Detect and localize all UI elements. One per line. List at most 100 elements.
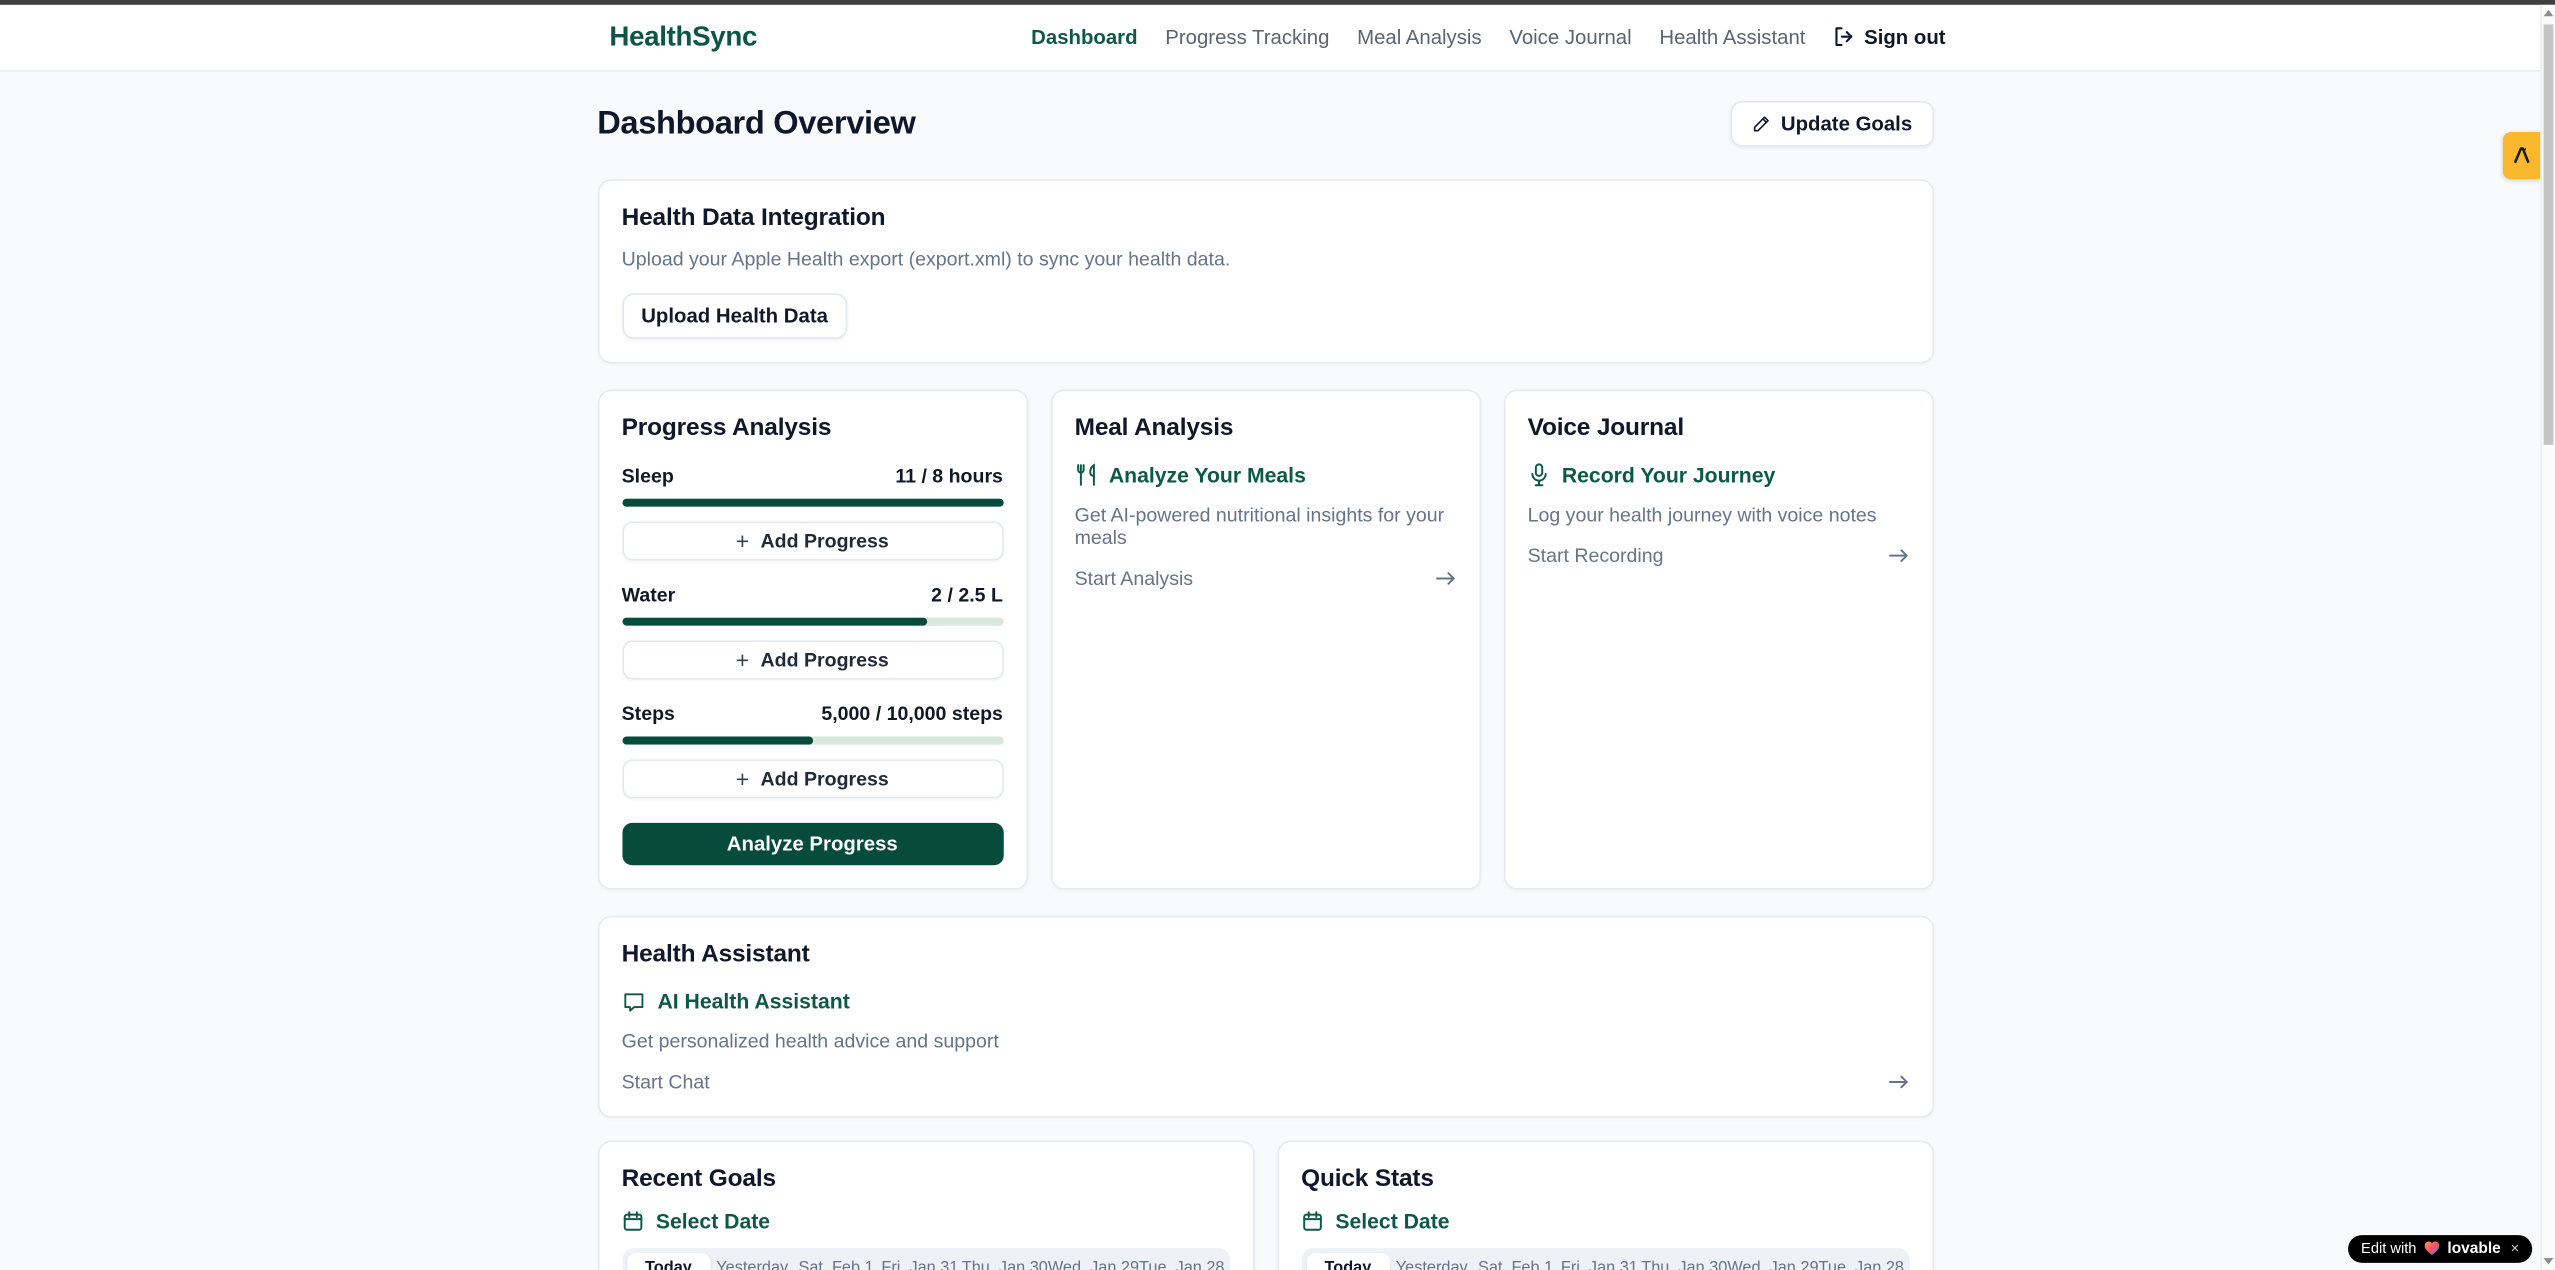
recent-goals-select-date[interactable]: Select Date (622, 1209, 1230, 1233)
steps-progress-bar (622, 737, 1003, 745)
arrow-right-icon (1888, 1074, 1909, 1090)
date-tab-fri-jan-31[interactable]: Fri, Jan 31 (878, 1253, 962, 1270)
dev-tool-logo-icon (2511, 145, 2532, 166)
nav-links: Dashboard Progress Tracking Meal Analysis V… (1031, 26, 1805, 49)
start-recording-link[interactable]: Start Recording (1528, 544, 1909, 567)
top-nav: HealthSync Dashboard Progress Tracking Mea… (0, 4, 2555, 72)
record-your-journey-label: Record Your Journey (1562, 463, 1775, 487)
logout-icon (1833, 26, 1854, 47)
date-tab-sat-feb-1[interactable]: Sat, Feb 1 (1474, 1253, 1558, 1270)
ai-health-assistant-link[interactable]: AI Health Assistant (622, 989, 1909, 1013)
date-tab-tue-jan-28[interactable]: Tue, Jan 28 (1139, 1253, 1224, 1270)
analyze-your-meals-label: Analyze Your Meals (1109, 463, 1306, 487)
date-tab-sat-feb-1[interactable]: Sat, Feb 1 (794, 1253, 878, 1270)
start-chat-link[interactable]: Start Chat (622, 1071, 1909, 1094)
microphone-icon (1528, 463, 1549, 487)
meal-analysis-card: Meal Analysis Analyze Your Meals Get AI-… (1050, 389, 1480, 889)
page-body: Dashboard Overview Update Goals Health D… (0, 72, 2531, 1270)
metric-value: 11 / 8 hours (895, 464, 1003, 487)
add-progress-label: Add Progress (761, 767, 889, 790)
add-progress-label: Add Progress (761, 649, 889, 672)
date-tab-thu-jan-30[interactable]: Thu, Jan 30 (1641, 1253, 1727, 1270)
metric-water: Water 2 / 2.5 L + Add Progress (622, 583, 1003, 679)
meal-analysis-description: Get AI-powered nutritional insights for … (1075, 504, 1456, 550)
update-goals-button[interactable]: Update Goals (1730, 101, 1933, 147)
record-your-journey-link[interactable]: Record Your Journey (1528, 463, 1909, 487)
quick-stats-card: Quick Stats Select Date TodayYesterdaySa… (1277, 1141, 1934, 1270)
health-assistant-title: Health Assistant (622, 940, 1909, 968)
plus-icon: + (736, 529, 749, 552)
upload-health-data-button[interactable]: Upload Health Data (622, 293, 848, 339)
date-tab-today[interactable]: Today (1306, 1253, 1390, 1270)
scrollbar-up-button[interactable] (2542, 4, 2555, 22)
date-tab-tue-jan-28[interactable]: Tue, Jan 28 (1819, 1253, 1904, 1270)
analyze-progress-button[interactable]: Analyze Progress (622, 823, 1003, 865)
ai-health-assistant-label: AI Health Assistant (657, 989, 849, 1013)
brand-logo[interactable]: HealthSync (609, 21, 757, 54)
start-analysis-label: Start Analysis (1075, 567, 1193, 590)
nav-link-meal-analysis[interactable]: Meal Analysis (1357, 26, 1482, 49)
nav-link-progress-tracking[interactable]: Progress Tracking (1165, 26, 1329, 49)
scrollbar[interactable] (2540, 4, 2555, 1270)
date-tab-yesterday[interactable]: Yesterday (1390, 1253, 1474, 1270)
sign-out-label: Sign out (1864, 26, 1945, 49)
integration-description: Upload your Apple Health export (export.… (622, 248, 1909, 271)
scrollbar-thumb[interactable] (2544, 24, 2554, 444)
nav-link-health-assistant[interactable]: Health Assistant (1659, 26, 1805, 49)
update-goals-label: Update Goals (1781, 112, 1912, 135)
metric-steps: Steps 5,000 / 10,000 steps + Add Progres… (622, 702, 1003, 798)
add-progress-steps-button[interactable]: + Add Progress (622, 759, 1003, 798)
quick-stats-title: Quick Stats (1301, 1165, 1909, 1193)
add-progress-label: Add Progress (761, 530, 889, 553)
metric-value: 2 / 2.5 L (931, 583, 1003, 606)
heart-icon (2423, 1240, 2441, 1256)
voice-journal-card: Voice Journal Record Your Journey Log yo… (1503, 389, 1933, 889)
metric-label: Water (622, 583, 676, 606)
lovable-label: lovable (2447, 1239, 2500, 1257)
arrow-right-icon (1435, 570, 1456, 586)
recent-goals-card: Recent Goals Select Date TodayYesterdayS… (597, 1141, 1254, 1270)
calendar-icon (622, 1211, 643, 1232)
date-tab-wed-jan-29[interactable]: Wed, Jan 29 (1727, 1253, 1818, 1270)
add-progress-water-button[interactable]: + Add Progress (622, 640, 1003, 679)
sleep-progress-bar (622, 499, 1003, 507)
health-data-integration-card: Health Data Integration Upload your Appl… (597, 179, 1933, 363)
sign-out-button[interactable]: Sign out (1833, 26, 1945, 49)
date-tab-fri-jan-31[interactable]: Fri, Jan 31 (1557, 1253, 1641, 1270)
date-tab-today[interactable]: Today (627, 1253, 711, 1270)
voice-journal-title: Voice Journal (1528, 414, 1909, 442)
triangle-up-icon (2544, 10, 2554, 17)
page-title: Dashboard Overview (597, 105, 915, 142)
dev-tool-fab-button[interactable] (2503, 132, 2540, 179)
metric-value: 5,000 / 10,000 steps (821, 702, 1003, 725)
integration-title: Health Data Integration (622, 204, 1909, 232)
nav-link-dashboard[interactable]: Dashboard (1031, 26, 1137, 49)
metric-label: Sleep (622, 464, 674, 487)
edit-with-lovable-badge[interactable]: Edit with lovable × (2348, 1234, 2532, 1262)
health-assistant-card: Health Assistant AI Health Assistant Get… (597, 916, 1933, 1118)
select-date-label: Select Date (656, 1209, 770, 1233)
date-tab-thu-jan-30[interactable]: Thu, Jan 30 (962, 1253, 1048, 1270)
plus-icon: + (736, 648, 749, 671)
nav-link-voice-journal[interactable]: Voice Journal (1509, 26, 1631, 49)
scrollbar-down-button[interactable] (2542, 1252, 2555, 1270)
chat-bubble-icon (622, 990, 645, 1013)
date-tab-yesterday[interactable]: Yesterday (710, 1253, 794, 1270)
badge-close-icon[interactable]: × (2511, 1240, 2520, 1256)
metric-label: Steps (622, 702, 675, 725)
analyze-your-meals-link[interactable]: Analyze Your Meals (1075, 463, 1456, 487)
pencil-icon (1752, 114, 1772, 134)
recent-goals-title: Recent Goals (622, 1165, 1230, 1193)
add-progress-sleep-button[interactable]: + Add Progress (622, 521, 1003, 560)
water-progress-bar (622, 618, 1003, 626)
recent-goals-date-tabs: TodayYesterdaySat, Feb 1Fri, Jan 31Thu, … (622, 1248, 1230, 1270)
arrow-right-icon (1888, 547, 1909, 563)
edit-with-label: Edit with (2361, 1240, 2416, 1256)
triangle-down-icon (2544, 1258, 2554, 1265)
date-tab-wed-jan-29[interactable]: Wed, Jan 29 (1048, 1253, 1139, 1270)
progress-analysis-card: Progress Analysis Sleep 11 / 8 hours + A… (597, 389, 1027, 889)
start-chat-label: Start Chat (622, 1071, 710, 1094)
start-analysis-link[interactable]: Start Analysis (1075, 567, 1456, 590)
quick-stats-select-date[interactable]: Select Date (1301, 1209, 1909, 1233)
meal-analysis-title: Meal Analysis (1075, 414, 1456, 442)
